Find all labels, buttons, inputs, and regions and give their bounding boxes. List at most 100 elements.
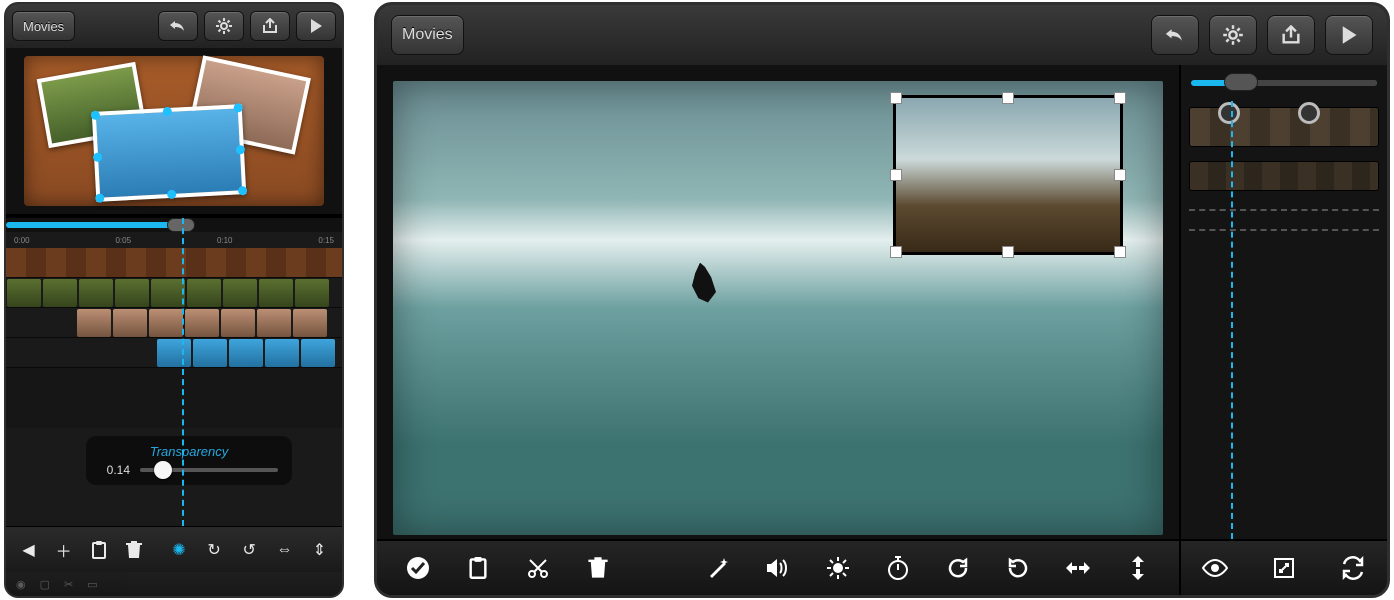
ruler-tick: 0:05: [115, 236, 131, 245]
video-preview[interactable]: [393, 81, 1163, 535]
tablet-main: [377, 65, 1387, 595]
hflip-tool[interactable]: [1063, 553, 1093, 583]
side-timeline-column: [1179, 65, 1387, 595]
player-column: [377, 65, 1179, 595]
play-button[interactable]: [296, 11, 336, 41]
trash-icon: [126, 540, 142, 560]
transparency-slider[interactable]: [140, 468, 278, 472]
play-icon: [309, 18, 323, 34]
resize-handle[interactable]: [1114, 246, 1126, 258]
settings-button[interactable]: [204, 11, 244, 41]
side-track[interactable]: [1189, 161, 1379, 191]
undo-tool[interactable]: [1003, 553, 1033, 583]
pip-overlay[interactable]: [893, 95, 1123, 255]
volume-tool[interactable]: [763, 553, 793, 583]
vflip-tool[interactable]: ⇕: [307, 537, 332, 563]
resize-handle[interactable]: [1002, 246, 1014, 258]
add-tool[interactable]: ＋: [51, 537, 76, 563]
ruler-tick: 0:00: [14, 236, 30, 245]
sync-tool[interactable]: [1340, 555, 1366, 581]
clipboard-icon: [90, 540, 108, 560]
fullscreen-tool[interactable]: [1271, 555, 1297, 581]
share-button[interactable]: [1267, 15, 1315, 55]
track-divider: [1189, 209, 1379, 211]
play-button[interactable]: [1325, 15, 1373, 55]
video-subject: [686, 263, 718, 305]
vflip-icon: ⇕: [313, 540, 326, 560]
stopwatch-icon: [886, 555, 910, 581]
scrubber[interactable]: [6, 218, 342, 232]
gear-icon: [1222, 24, 1244, 46]
settings-button[interactable]: [1209, 15, 1257, 55]
trim-handle-right[interactable]: [1298, 102, 1320, 124]
resize-handle[interactable]: [890, 92, 902, 104]
back-button[interactable]: Movies: [391, 15, 464, 55]
preview-area[interactable]: [6, 48, 342, 218]
plus-icon: ＋: [56, 538, 72, 562]
track-background[interactable]: [6, 248, 342, 278]
resize-handle[interactable]: [1114, 92, 1126, 104]
tablet-editor: Movies: [374, 2, 1390, 598]
resize-handle[interactable]: [1114, 169, 1126, 181]
overlay-photo-selected[interactable]: [92, 104, 247, 202]
redo-tool[interactable]: ↻: [202, 537, 227, 563]
hflip-icon: ⇔: [276, 541, 292, 559]
timeline[interactable]: 0:00 0:05 0:10 0:15 Transparency 0.14: [6, 218, 342, 526]
undo-tool[interactable]: ↺: [237, 537, 262, 563]
magic-wand-icon: [706, 556, 730, 580]
transparency-panel: Transparency 0.14: [86, 436, 292, 485]
redo-tool[interactable]: [943, 553, 973, 583]
track-clip[interactable]: [6, 278, 342, 308]
collage-overlay[interactable]: [24, 56, 324, 206]
trash-tool[interactable]: [121, 537, 146, 563]
timer-tool[interactable]: [883, 553, 913, 583]
undo-button[interactable]: [1151, 15, 1199, 55]
time-ruler: 0:00 0:05 0:10 0:15: [6, 232, 342, 248]
expand-icon: [1272, 556, 1296, 580]
back-button[interactable]: Movies: [12, 11, 75, 41]
wand-tool[interactable]: [703, 553, 733, 583]
scrubber-knob[interactable]: [167, 218, 195, 232]
zoom-slider[interactable]: [1191, 71, 1377, 95]
clipboard-icon: [467, 555, 489, 581]
side-timeline[interactable]: [1181, 101, 1387, 539]
cut-tool[interactable]: [523, 553, 553, 583]
back-tool[interactable]: ◀: [16, 537, 41, 563]
resize-handle[interactable]: [890, 246, 902, 258]
ruler-tick: 0:10: [217, 236, 233, 245]
share-button[interactable]: [250, 11, 290, 41]
confirm-tool[interactable]: [403, 553, 433, 583]
brightness-icon: [825, 555, 851, 581]
rotate-cw-icon: [946, 556, 970, 580]
track-clip[interactable]: [6, 338, 342, 368]
resize-handle[interactable]: [1002, 92, 1014, 104]
share-icon: [1280, 25, 1302, 45]
brightness-tool[interactable]: [823, 553, 853, 583]
trash-tool[interactable]: [583, 553, 613, 583]
track-clip[interactable]: [6, 308, 342, 338]
rotate-ccw-icon: [1006, 556, 1030, 580]
share-icon: [261, 18, 279, 34]
gear-icon: [215, 17, 233, 35]
eye-icon: [1201, 559, 1229, 577]
brightness-icon: ✺: [172, 540, 185, 560]
phone-topbar: Movies: [6, 4, 342, 48]
slider-knob[interactable]: [154, 461, 172, 479]
side-track[interactable]: [1189, 107, 1379, 147]
clipboard-tool[interactable]: [86, 537, 111, 563]
zoom-knob[interactable]: [1224, 73, 1258, 91]
vflip-tool[interactable]: [1123, 553, 1153, 583]
visibility-tool[interactable]: [1202, 555, 1228, 581]
undo-button[interactable]: [158, 11, 198, 41]
track-divider: [1189, 229, 1379, 231]
ruler-tick: 0:15: [318, 236, 334, 245]
clipboard-tool[interactable]: [463, 553, 493, 583]
side-bottom-toolbar: [1181, 539, 1387, 595]
resize-handle[interactable]: [890, 169, 902, 181]
trim-handle-left[interactable]: [1218, 102, 1240, 124]
undo-icon: [1164, 27, 1186, 43]
brightness-tool[interactable]: ✺: [166, 537, 191, 563]
transparency-value: 0.14: [100, 463, 130, 477]
undo-icon: [169, 19, 187, 33]
hflip-tool[interactable]: ⇔: [272, 537, 297, 563]
